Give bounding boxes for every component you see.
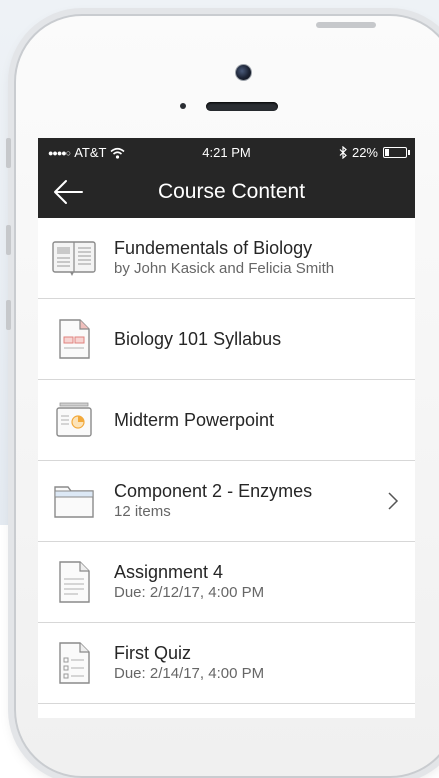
item-text: Assignment 4 Due: 2/12/17, 4:00 PM [114,561,385,603]
item-subtitle: Due: 2/12/17, 4:00 PM [114,584,265,601]
chevron-right-icon[interactable] [387,491,399,511]
page-title: Course Content [157,180,306,203]
item-title: Assignment 4 [114,562,224,582]
list-item-assignment[interactable]: Assignment 4 Due: 2/12/17, 4:00 PM [38,542,415,623]
item-subtitle: Due: 2/14/17, 4:00 PM [114,665,265,682]
proximity-sensor [180,103,186,109]
assignment-icon [52,560,96,604]
item-subtitle: by John Kasick and Felicia Smith [114,260,335,277]
list-item-quiz[interactable]: First Quiz Due: 2/14/17, 4:00 PM [38,623,415,704]
quiz-icon [52,641,96,685]
item-text: Fundementals of Biology by John Kasick a… [114,237,385,279]
battery-percent: 22% [351,145,378,160]
list-item-folder[interactable]: Component 2 - Enzymes 12 items [38,461,415,542]
book-icon [52,236,96,280]
list-item-powerpoint[interactable]: Midterm Powerpoint [38,380,415,461]
presentation-icon [52,398,96,442]
navigation-bar: Course Content [38,166,415,218]
earpiece-speaker [206,102,278,111]
item-title: First Quiz [114,643,192,663]
volume-down-button [6,300,11,330]
item-text: First Quiz Due: 2/14/17, 4:00 PM [114,642,385,684]
item-title: Biology 101 Syllabus [114,329,282,349]
item-title: Fundementals of Biology [114,238,313,258]
item-title: Midterm Powerpoint [114,410,275,430]
status-bar: ●●●●○ AT&T 4:21 PM 22% [38,138,415,166]
item-title: Component 2 - Enzymes [114,481,313,501]
bluetooth-icon [339,146,347,159]
item-text: Component 2 - Enzymes 12 items [114,480,385,522]
document-icon [52,317,96,361]
battery-icon [383,147,410,158]
list-item-syllabus[interactable]: Biology 101 Syllabus [38,299,415,380]
list-item-book[interactable]: Fundementals of Biology by John Kasick a… [38,218,415,299]
power-button [316,22,376,28]
item-subtitle: 12 items [114,503,171,520]
item-text: Biology 101 Syllabus [114,328,385,350]
volume-up-button [6,225,11,255]
folder-icon [52,479,96,523]
content-list: Fundementals of Biology by John Kasick a… [38,218,415,704]
item-text: Midterm Powerpoint [114,409,385,431]
phone-screen: ●●●●○ AT&T 4:21 PM 22% Course Content Fu… [38,138,415,718]
status-right: 22% [339,145,410,160]
front-camera [235,64,252,81]
battery-level [385,149,389,156]
mute-switch [6,138,11,168]
